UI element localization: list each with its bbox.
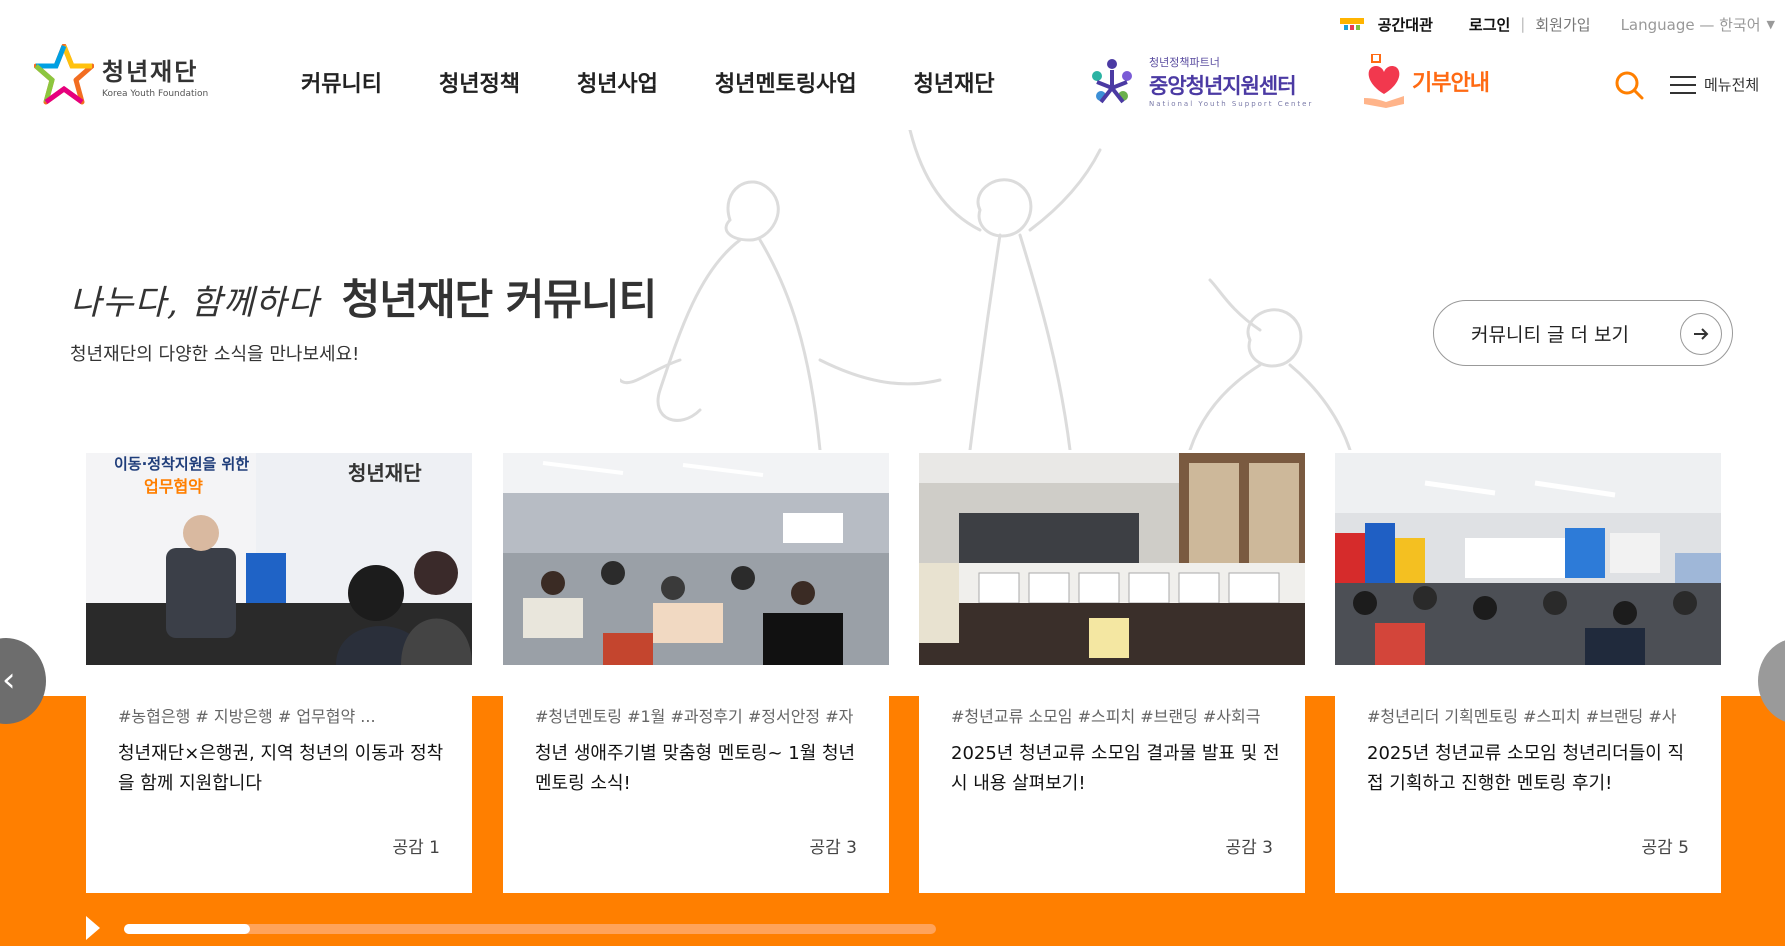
space-rental-link[interactable]: 공간대관: [1338, 14, 1433, 35]
search-button[interactable]: [1614, 70, 1644, 100]
more-button-label: 커뮤니티 글 더 보기: [1471, 323, 1629, 346]
logo-name-en: Korea Youth Foundation: [102, 88, 209, 99]
play-icon[interactable]: [86, 916, 100, 940]
partner-name-en: National Youth Support Center: [1149, 100, 1314, 108]
card-image: [919, 453, 1305, 665]
menu-icon: [1670, 75, 1696, 94]
partner-small-label: 청년정책파트너: [1149, 56, 1220, 69]
card-banner-sub: 업무협약: [144, 477, 203, 496]
community-more-button[interactable]: 커뮤니티 글 더 보기: [1433, 300, 1733, 366]
login-link[interactable]: 로그인: [1469, 14, 1510, 35]
heart-hand-icon: [1364, 54, 1404, 108]
logo-star-icon: [34, 44, 94, 105]
card-title: 청년 생애주기별 맞춤형 멘토링~ 1월 청년멘토링 소식!: [535, 743, 856, 794]
menu-all-label: 메뉴전체: [1704, 76, 1760, 94]
card-title: 청년재단×은행권, 지역 청년의 이동과 정착을 함께 지원합니다: [118, 743, 444, 794]
nav-item-mentoring[interactable]: 청년멘토링사업: [715, 66, 857, 98]
card-banner-text: 이동·정착지원을 위한: [114, 455, 250, 473]
donate-label: 기부안내: [1412, 71, 1490, 96]
page: 공간대관 로그인 | 회원가입 Language — 한국어 ▼ 청년재단 Ko…: [0, 0, 1785, 946]
card-tags: #청년교류 소모임 #스피치 #브랜딩 #사회극: [951, 707, 1261, 726]
card-likes: 공감 5: [1641, 838, 1690, 858]
section-title: 청년재단 커뮤니티: [341, 275, 658, 324]
card-likes: 공감 1: [392, 838, 441, 858]
card-image: 이동·정착지원을 위한 업무협약 청년재단: [86, 453, 472, 665]
nav-item-policy[interactable]: 청년정책: [439, 66, 520, 98]
signup-link[interactable]: 회원가입: [1535, 14, 1590, 35]
heading-script: 나누다, 함께하다: [70, 283, 320, 323]
card-tags: #농협은행 # 지방은행 # 업무협약 ...: [118, 707, 376, 726]
community-card[interactable]: #청년교류 소모임 #스피치 #브랜딩 #사회극 2025년 청년교류 소모임 …: [919, 453, 1305, 893]
arrow-right-icon: [1680, 313, 1722, 355]
card-likes: 공감 3: [809, 838, 858, 858]
partner-logo-icon: [1092, 59, 1132, 104]
language-label: Language — 한국어: [1620, 15, 1761, 34]
menu-all-button[interactable]: 메뉴전체: [1670, 74, 1759, 95]
partner-link[interactable]: 청년정책파트너 중앙청년지원센터 National Youth Support …: [1087, 54, 1313, 108]
community-card[interactable]: #청년리더 기획멘토링 #스피치 #브랜딩 #사 2025년 청년교류 소모임 …: [1335, 453, 1721, 893]
section-subtitle: 청년재단의 다양한 소식을 만나보세요!: [70, 344, 360, 365]
utility-bar: 공간대관 로그인 | 회원가입 Language — 한국어 ▼: [1338, 12, 1785, 36]
card-likes: 공감 3: [1225, 838, 1274, 858]
nav-item-business[interactable]: 청년사업: [577, 66, 658, 98]
card-tags: #청년리더 기획멘토링 #스피치 #브랜딩 #사: [1367, 707, 1677, 726]
search-icon: [1615, 71, 1644, 100]
utility-separator: |: [1520, 15, 1526, 33]
slider-progress[interactable]: [124, 924, 936, 934]
language-select[interactable]: Language — 한국어 ▼: [1621, 14, 1775, 35]
card-image: [503, 453, 889, 665]
section-heading: 나누다, 함께하다 청년재단 커뮤니티: [70, 266, 658, 327]
donate-link[interactable]: 기부안내: [1360, 54, 1490, 108]
space-rental-icon: [1339, 18, 1364, 30]
nav-item-foundation[interactable]: 청년재단: [914, 66, 995, 98]
logo-name-ko: 청년재단: [102, 57, 199, 86]
community-card[interactable]: 이동·정착지원을 위한 업무협약 청년재단 #농협은행 # 지방은행 # 업무협…: [86, 453, 472, 893]
card-image: [1335, 453, 1721, 665]
card-title: 2025년 청년교류 소모임 결과물 발표 및 전시 내용 살펴보기!: [951, 743, 1280, 794]
card-title: 2025년 청년교류 소모임 청년리더들이 직접 기획하고 진행한 멘토링 후기…: [1367, 743, 1685, 794]
main-nav: 커뮤니티 청년정책 청년사업 청년멘토링사업 청년재단: [301, 66, 1052, 98]
community-card[interactable]: #청년멘토링 #1월 #과정후기 #정서안정 #자 청년 생애주기별 맞춤형 멘…: [503, 453, 889, 893]
nav-item-community[interactable]: 커뮤니티: [301, 66, 382, 98]
partner-name: 중앙청년지원센터: [1149, 74, 1297, 98]
slider-progress-fill: [124, 924, 250, 934]
card-banner-logo-text: 청년재단: [348, 461, 422, 485]
chevron-left-icon: ‹: [2, 660, 16, 700]
background-people-illustration: [620, 130, 1352, 450]
space-rental-label: 공간대관: [1377, 15, 1433, 34]
chevron-down-icon: ▼: [1766, 17, 1775, 31]
site-logo[interactable]: 청년재단 Korea Youth Foundation: [34, 44, 208, 106]
card-tags: #청년멘토링 #1월 #과정후기 #정서안정 #자: [535, 707, 854, 726]
